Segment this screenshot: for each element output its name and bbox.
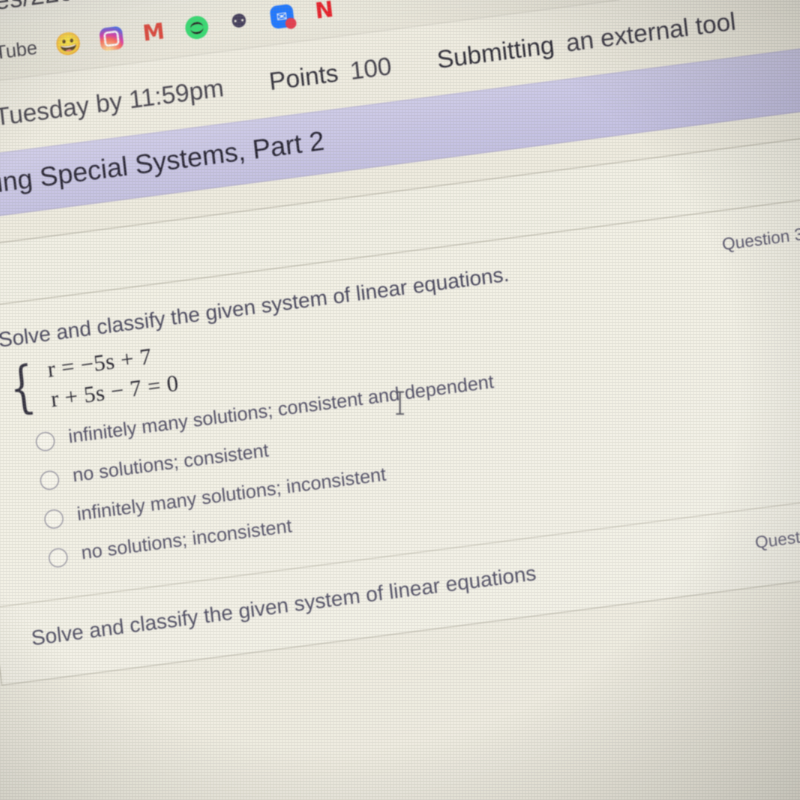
bookmark-netflix[interactable]: N — [312, 0, 337, 24]
radio-button[interactable] — [43, 508, 65, 530]
screen-photo: ⢉ 1.16.W - Lesson: The Eastern W × ⢉ 4.1… — [0, 0, 800, 800]
bookmark-instagram[interactable] — [98, 25, 124, 52]
question-3-points: Question 3: 20 pts — [721, 217, 800, 255]
browser-window: ⢉ 1.16.W - Lesson: The Eastern W × ⢉ 4.1… — [0, 0, 800, 800]
gmail-icon: M — [141, 18, 166, 47]
canvas-page: Due Tuesday by 11:59pm Points 100 Submit… — [0, 0, 800, 703]
bookmark-youtube[interactable]: YouTube — [0, 37, 39, 73]
points-meta: Points 100 — [268, 52, 393, 97]
bookmark-messenger[interactable]: ✉ — [269, 3, 295, 30]
due-value: Tuesday by 11:59pm — [0, 74, 226, 132]
points-label: Points — [267, 59, 340, 97]
bookmark-gmail[interactable]: M — [141, 18, 166, 47]
emoji-icon: 😀 — [53, 29, 84, 58]
radio-button[interactable] — [34, 430, 56, 453]
bookmark-spotify[interactable] — [183, 14, 210, 41]
radio-button[interactable] — [47, 547, 69, 569]
submitting-label: Submitting — [435, 31, 556, 75]
option-2-label: no solutions; consistent — [71, 440, 270, 488]
brace-icon: { — [6, 354, 39, 423]
spotify-icon — [183, 14, 210, 41]
option-4-label: no solutions; inconsistent — [80, 516, 294, 565]
bookmark-emoji[interactable]: 😀 — [53, 29, 84, 58]
bookmark-canvas[interactable]: ⚉ — [226, 9, 251, 35]
instagram-icon — [98, 25, 124, 52]
question-4-points: Question 4: 20 pts — [754, 516, 800, 553]
bookmark-youtube-label: YouTube — [0, 37, 39, 68]
points-value: 100 — [348, 52, 393, 86]
messenger-icon: ✉ — [269, 3, 295, 30]
radio-button[interactable] — [39, 469, 61, 491]
netflix-icon: N — [313, 0, 335, 25]
submitting-value: an external tool — [564, 7, 738, 58]
canvas-icon: ⚉ — [229, 9, 249, 34]
